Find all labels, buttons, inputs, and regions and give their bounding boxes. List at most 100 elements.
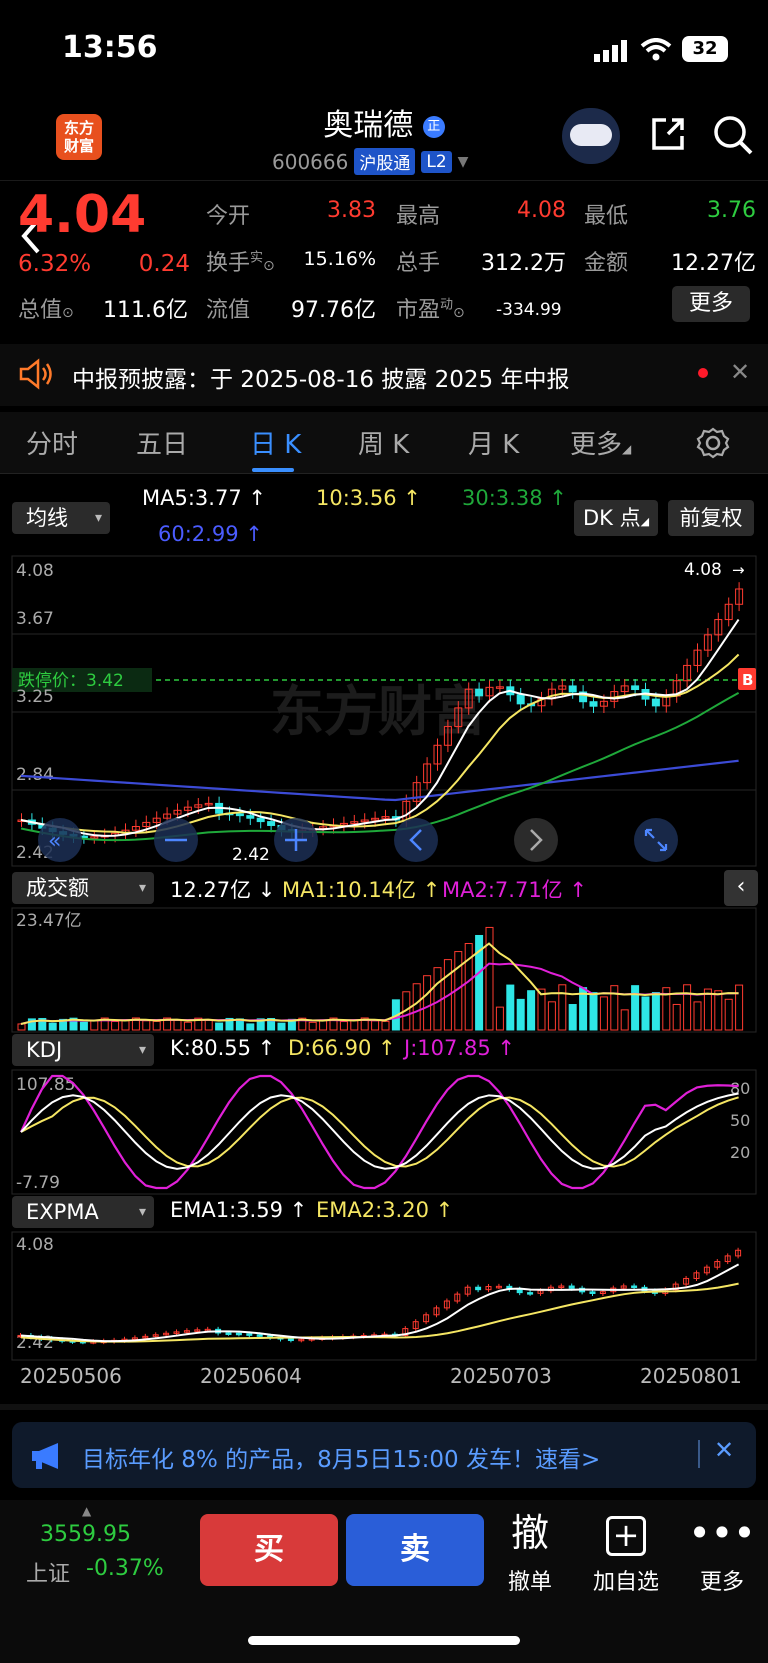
dk-point-button[interactable]: DK 点◢: [574, 500, 658, 536]
ma5-value: MA5:3.77 ↑: [142, 486, 266, 510]
amount-label: 金额: [584, 251, 629, 276]
volume-bar: [423, 975, 432, 1031]
tab-weekly-k[interactable]: 周 K: [358, 424, 409, 461]
buy-signal-label: B: [742, 671, 753, 689]
volume-bar: [79, 1021, 88, 1031]
volume-bar: [308, 1021, 317, 1031]
close-promo-icon[interactable]: ✕: [714, 1436, 734, 1464]
scroll-left-icon[interactable]: [394, 818, 438, 862]
expma-y-top: 4.08: [16, 1235, 54, 1255]
max-price-label: 4.08: [684, 560, 722, 580]
min-price-label: 2.42: [232, 845, 270, 865]
ma30-value: 30:3.38 ↑: [462, 486, 567, 510]
volume-bar: [121, 1020, 130, 1031]
kdj-type-select[interactable]: KDJ: [12, 1034, 154, 1066]
y-label: 4.08: [16, 561, 54, 581]
volume-bar: [568, 1004, 577, 1031]
change-percent: 6.32%: [18, 251, 92, 277]
turnover-label: 换手实⊙: [206, 250, 275, 276]
open-label: 今开: [206, 204, 251, 229]
tab-5day[interactable]: 五日: [136, 424, 188, 461]
add-watchlist-label: 加自选: [592, 1570, 659, 1595]
home-indicator: [248, 1636, 520, 1645]
high-value: 4.08: [517, 198, 566, 223]
volume-bar: [516, 998, 525, 1031]
index-change: -0.37%: [86, 1556, 164, 1581]
candle: [246, 815, 255, 819]
volume-bar: [693, 1001, 702, 1031]
scroll-right-icon[interactable]: [514, 818, 558, 862]
date-label: 20250801: [640, 1364, 742, 1388]
index-value[interactable]: 3559.95: [40, 1522, 131, 1547]
candle: [235, 813, 244, 817]
more-quote-button[interactable]: 更多: [672, 286, 750, 322]
volume-label: 总手: [396, 251, 441, 276]
volume-ma2: MA2:7.71亿 ↑: [442, 878, 587, 902]
candle: [589, 701, 598, 707]
candle: [246, 1333, 253, 1336]
volume-bar: [215, 1022, 224, 1031]
volume-bar: [620, 1009, 629, 1031]
volume-bar: [350, 1020, 359, 1031]
open-value: 3.83: [327, 198, 376, 223]
share-icon[interactable]: [648, 114, 688, 154]
volume-bar: [558, 984, 567, 1031]
volume-bar: [433, 967, 442, 1031]
candlestick-chart[interactable]: 东方财富 跌停价：3.42 4.08 3.67 3.25 2.84 2.42 4…: [0, 552, 768, 872]
close-icon[interactable]: ✕: [730, 358, 750, 386]
search-icon[interactable]: [712, 114, 754, 156]
low-label: 最低: [584, 204, 629, 229]
more-actions-button[interactable]: ••• 更多: [682, 1508, 762, 1596]
expma-type-select[interactable]: EXPMA: [12, 1196, 154, 1228]
gear-icon[interactable]: [696, 426, 730, 460]
cancel-order-button[interactable]: 撤 撤单: [490, 1508, 570, 1596]
high-label: 最高: [396, 204, 441, 229]
arrow-right-icon: →: [732, 561, 745, 579]
mcap-label: 总值⊙: [18, 298, 74, 323]
scroll-left-fast-icon[interactable]: «: [38, 818, 82, 862]
tab-more[interactable]: 更多◢: [570, 424, 631, 461]
pe-value: -334.99: [496, 300, 562, 320]
candle: [225, 1332, 232, 1335]
index-name: 上证: [26, 1562, 71, 1587]
sell-button[interactable]: 卖: [346, 1514, 484, 1586]
candle: [568, 685, 577, 693]
status-bar: 13:56 32: [0, 0, 768, 100]
robot-avatar-icon[interactable]: [562, 108, 620, 164]
change-amount: 0.24: [138, 251, 190, 277]
candle: [235, 1332, 242, 1336]
kdj-k: K:80.55 ↑: [170, 1036, 276, 1060]
cancel-order-icon: 撤: [510, 1511, 549, 1555]
zoom-in-icon[interactable]: [274, 818, 318, 862]
volume-bar: [339, 1021, 348, 1031]
volume-bar: [111, 1020, 120, 1031]
adjust-button[interactable]: 前复权: [668, 500, 754, 536]
volume-ma1-line: [20, 942, 739, 1025]
hsgt-tag: 沪股通: [354, 148, 416, 175]
kdj-ref-20: 20: [730, 1143, 750, 1162]
volume-bar: [142, 1020, 151, 1031]
name-badge: 正: [422, 115, 445, 138]
stock-code-row[interactable]: 600666 沪股通 L2 ▼: [272, 148, 468, 175]
volume-bar: [683, 984, 692, 1031]
fullscreen-icon[interactable]: [634, 818, 678, 862]
collapse-panel-icon[interactable]: ‹: [724, 870, 758, 906]
volume-type-select[interactable]: 成交额: [12, 872, 154, 904]
buy-button[interactable]: 买: [200, 1514, 338, 1586]
tab-daily-k[interactable]: 日 K: [250, 424, 301, 461]
candle: [475, 688, 484, 697]
tab-monthly-k[interactable]: 月 K: [468, 424, 519, 461]
zoom-out-icon[interactable]: [154, 818, 198, 862]
float-label: 流值: [206, 298, 251, 323]
add-watchlist-button[interactable]: + 加自选: [586, 1508, 666, 1596]
notice-text: 中报预披露：于 2025-08-16 披露 2025 年中报: [72, 367, 570, 393]
volume-bar: [412, 983, 421, 1031]
wifi-icon: [640, 38, 672, 61]
kdj-j: J:107.85 ↑: [404, 1036, 516, 1060]
battery-icon: 32: [682, 36, 728, 62]
index-up-icon[interactable]: ▲: [82, 1504, 91, 1518]
ma-type-select[interactable]: 均线: [12, 502, 110, 534]
volume-ma1: MA1:10.14亿 ↑: [282, 878, 441, 902]
kdj-ref-50: 50: [730, 1111, 750, 1130]
tab-minute[interactable]: 分时: [26, 424, 78, 461]
